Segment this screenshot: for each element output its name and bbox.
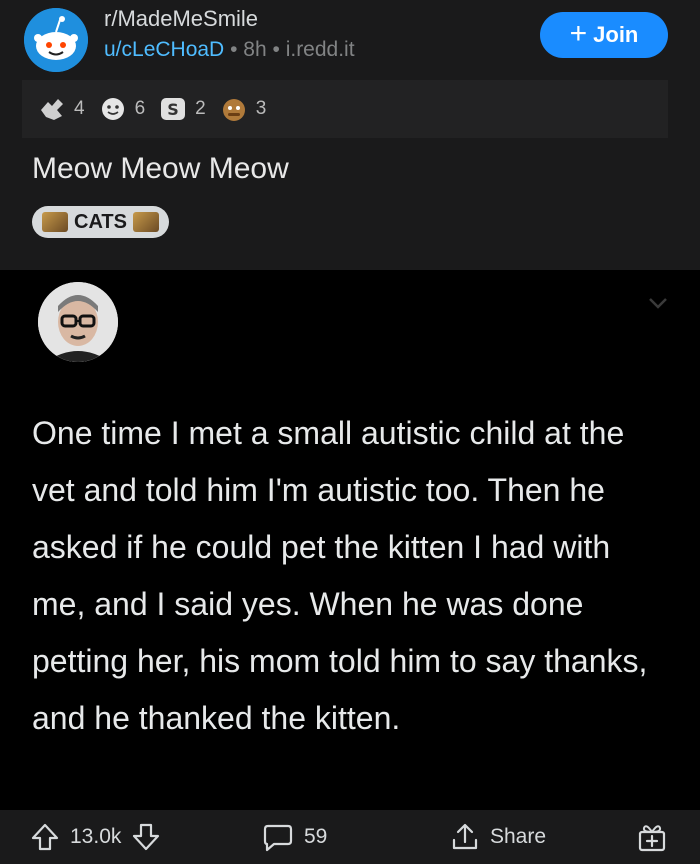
upvote-icon[interactable] <box>30 822 60 852</box>
person-avatar-icon <box>38 282 118 362</box>
awards-bar[interactable]: 4 6 S 2 3 <box>22 80 668 138</box>
subreddit-avatar[interactable] <box>24 8 88 72</box>
join-button[interactable]: + Join <box>540 12 668 58</box>
award-count: 2 <box>195 98 206 119</box>
tweet-text: One time I met a small autistic child at… <box>32 415 648 736</box>
post-title[interactable]: Meow Meow Meow <box>32 152 289 186</box>
subreddit-name[interactable]: r/MadeMeSmile <box>104 6 258 32</box>
helpful-award-icon <box>41 99 63 120</box>
post-flair[interactable]: CATS <box>32 206 169 238</box>
meta-separator: • <box>230 38 238 61</box>
avatar <box>38 282 118 362</box>
author-link[interactable]: u/cLeCHoaD <box>104 38 224 61</box>
post-age: 8h <box>243 38 267 61</box>
gift-icon <box>638 825 666 852</box>
award-hugz[interactable]: 3 <box>220 96 267 122</box>
chevron-down-icon[interactable] <box>648 296 668 310</box>
post-meta: u/cLeCHoaD • 8h • i.redd.it <box>104 38 355 62</box>
wholesome-award-icon <box>101 98 124 120</box>
post-actions: 13.0k 59 Share <box>0 810 700 864</box>
award-helpful[interactable]: 4 <box>38 96 85 122</box>
award-button[interactable] <box>636 810 668 864</box>
snoo-icon <box>24 8 88 72</box>
silver-award-icon: S <box>161 98 186 120</box>
post-domain[interactable]: i.redd.it <box>286 38 355 61</box>
cat-emoji-icon <box>132 212 159 232</box>
plus-icon: + <box>569 16 588 50</box>
flair-label: CATS <box>74 210 127 233</box>
comment-count: 59 <box>304 825 328 848</box>
share-icon <box>452 823 478 850</box>
vote-count: 13.0k <box>70 825 122 848</box>
svg-text:S: S <box>167 100 179 119</box>
comments-button[interactable]: 59 <box>262 810 327 864</box>
hugz-award-icon <box>222 99 245 121</box>
meta-separator: • <box>272 38 280 61</box>
join-label: Join <box>593 22 639 47</box>
award-wholesome[interactable]: 6 <box>99 96 146 122</box>
comment-icon <box>263 824 293 852</box>
share-button[interactable]: Share <box>450 810 546 864</box>
award-count: 3 <box>255 98 267 119</box>
award-count: 6 <box>134 98 146 119</box>
award-silver[interactable]: S 2 <box>159 96 206 122</box>
vote-group: 13.0k <box>30 810 161 864</box>
award-count: 4 <box>74 98 85 119</box>
post-header: r/MadeMeSmile u/cLeCHoaD • 8h • i.redd.i… <box>0 0 700 270</box>
downvote-icon[interactable] <box>131 822 161 852</box>
share-label: Share <box>490 825 547 848</box>
cat-emoji-icon <box>42 212 68 232</box>
